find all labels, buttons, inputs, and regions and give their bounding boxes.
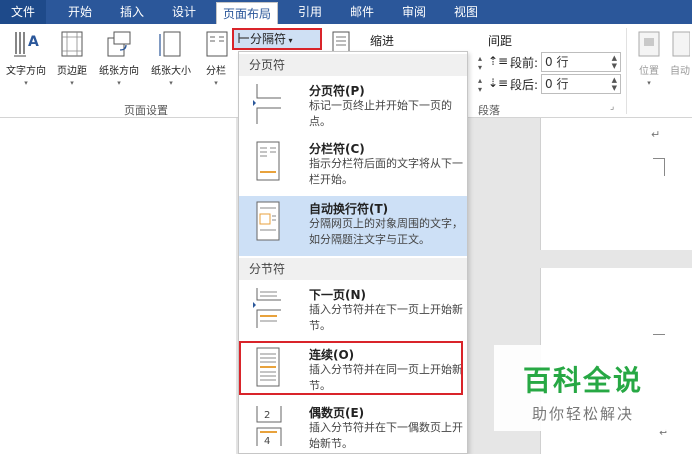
- chevron-down-icon: ▾: [214, 79, 218, 87]
- text-direction-button[interactable]: A 文字方向 ▾: [2, 30, 50, 87]
- spacing-label: 间距: [488, 34, 513, 48]
- spacing-before-value: 0 行: [545, 55, 569, 69]
- chevron-down-icon: ▾: [70, 79, 74, 87]
- section-breaks-header: 分节符: [239, 258, 467, 280]
- next-page-icon: [253, 288, 281, 328]
- spacing-after-value: 0 行: [545, 77, 569, 91]
- position-label: 位置: [639, 66, 659, 77]
- watermark-title: 百科全说: [522, 364, 643, 397]
- svg-text:A: A: [28, 34, 39, 50]
- highlight-annotation-box: [239, 341, 463, 395]
- paragraph-group-label: 段落: [478, 104, 500, 117]
- document-page[interactable]: [0, 118, 236, 454]
- page-corner-marker: [653, 158, 665, 176]
- columns-icon: [206, 31, 228, 57]
- tab-file[interactable]: 文件: [0, 0, 46, 24]
- breaks-button[interactable]: 分隔符 ▾: [232, 28, 322, 50]
- margins-button[interactable]: 页边距 ▾: [52, 30, 92, 87]
- wrap-text-label: 自动: [670, 66, 690, 77]
- margins-label: 页边距: [57, 66, 87, 77]
- document-page[interactable]: ↵: [540, 118, 692, 250]
- spacing-after-label: 段后:: [510, 78, 539, 92]
- breaks-icon: [238, 33, 249, 43]
- spinner-arrows-icon[interactable]: ▲ ▼: [612, 54, 617, 70]
- tab-design[interactable]: 设计: [164, 0, 204, 24]
- paper-size-label: 纸张大小: [151, 66, 191, 77]
- spacing-before-input[interactable]: 0 行 ▲ ▼: [541, 52, 621, 72]
- menu-item-title: 分栏符(C): [309, 142, 365, 156]
- paper-size-icon: [159, 31, 181, 57]
- menu-item-even-page[interactable]: 2 4 偶数页(E) 插入分节符并在下一偶数页上开始新节。: [239, 400, 467, 453]
- spacing-after-icon: ⇣≡: [488, 76, 509, 90]
- position-button[interactable]: 位置 ▾: [634, 30, 664, 87]
- tab-view[interactable]: 视图: [446, 0, 486, 24]
- chevron-down-icon: ▾: [24, 79, 28, 87]
- page-break-icon: [253, 84, 281, 124]
- column-break-icon: [256, 141, 280, 181]
- breaks-button-label: 分隔符: [250, 32, 287, 46]
- menu-item-title: 偶数页(E): [309, 406, 365, 420]
- paragraph-mark-icon: ↵: [651, 128, 661, 141]
- wrap-text-button[interactable]: 自动: [668, 30, 692, 77]
- chevron-down-icon: ▾: [117, 79, 121, 87]
- columns-label: 分栏: [206, 66, 226, 77]
- watermark-logo: 百科全说 助你轻松解决: [494, 345, 672, 431]
- margins-icon: [61, 31, 83, 57]
- tab-home[interactable]: 开始: [60, 0, 100, 24]
- chevron-down-icon: ▾: [286, 36, 293, 45]
- menu-item-next-page[interactable]: 下一页(N) 插入分节符并在下一页上开始新节。: [239, 282, 467, 338]
- svg-text:2: 2: [264, 410, 270, 421]
- text-wrapping-break-icon: [256, 201, 280, 241]
- text-direction-label: 文字方向: [6, 66, 46, 77]
- menu-item-description: 插入分节符并在下一页上开始新节。: [309, 303, 463, 332]
- wrap-text-icon: [672, 31, 690, 57]
- spinner-arrows-icon[interactable]: ▴ ▾: [478, 76, 482, 94]
- svg-text:4: 4: [264, 436, 270, 447]
- chevron-down-icon: ▾: [169, 79, 173, 87]
- spinner-arrows-icon[interactable]: ▴ ▾: [478, 54, 482, 72]
- menu-item-page-break[interactable]: 分页符(P) 标记一页终止并开始下一页的点。: [239, 78, 467, 134]
- menu-item-description: 标记一页终止并开始下一页的点。: [309, 99, 452, 128]
- menu-item-title: 自动换行符(T): [309, 202, 389, 216]
- paper-size-button[interactable]: 纸张大小 ▾: [146, 30, 196, 87]
- page-setup-group-label: 页面设置: [124, 104, 168, 117]
- text-direction-icon: A: [14, 32, 39, 57]
- tab-insert[interactable]: 插入: [112, 0, 152, 24]
- orientation-icon: [107, 31, 131, 57]
- orientation-button[interactable]: 纸张方向 ▾: [94, 30, 144, 87]
- indent-label: 缩进: [370, 34, 395, 48]
- columns-button[interactable]: 分栏 ▾: [200, 30, 232, 87]
- menu-item-column-break[interactable]: 分栏符(C) 指示分栏符后面的文字将从下一栏开始。: [239, 136, 467, 194]
- tab-mailings[interactable]: 邮件: [342, 0, 382, 24]
- spinner-arrows-icon[interactable]: ▲ ▼: [612, 76, 617, 92]
- tab-review[interactable]: 审阅: [394, 0, 434, 24]
- tab-page-layout[interactable]: 页面布局: [216, 2, 278, 24]
- group-divider: [626, 28, 627, 114]
- dialog-launcher-icon[interactable]: ⌟: [610, 102, 614, 112]
- orientation-label: 纸张方向: [99, 66, 139, 77]
- menu-item-text-wrapping-break[interactable]: 自动换行符(T) 分隔网页上的对象周围的文字，如分隔题注文字与正文。: [239, 196, 467, 256]
- ribbon-tab-bar: 文件 开始 插入 设计 页面布局 引用 邮件 审阅 视图: [0, 0, 692, 24]
- position-icon: [638, 31, 660, 57]
- menu-item-description: 指示分栏符后面的文字将从下一栏开始。: [309, 157, 463, 186]
- page-breaks-header: 分页符: [239, 54, 467, 76]
- spacing-before-label: 段前:: [510, 56, 539, 70]
- menu-item-title: 分页符(P): [309, 84, 365, 98]
- menu-item-title: 下一页(N): [309, 288, 367, 302]
- menu-item-description: 插入分节符并在下一偶数页上开始新节。: [309, 421, 463, 450]
- spacing-before-icon: ⇡≡: [488, 54, 509, 68]
- tab-references[interactable]: 引用: [290, 0, 330, 24]
- chevron-down-icon: ▾: [647, 79, 651, 87]
- watermark-subtitle: 助你轻松解决: [531, 405, 634, 423]
- spacing-after-input[interactable]: 0 行 ▲ ▼: [541, 74, 621, 94]
- even-page-icon: 2 4: [256, 406, 282, 447]
- menu-item-description: 分隔网页上的对象周围的文字，如分隔题注文字与正文。: [309, 217, 463, 246]
